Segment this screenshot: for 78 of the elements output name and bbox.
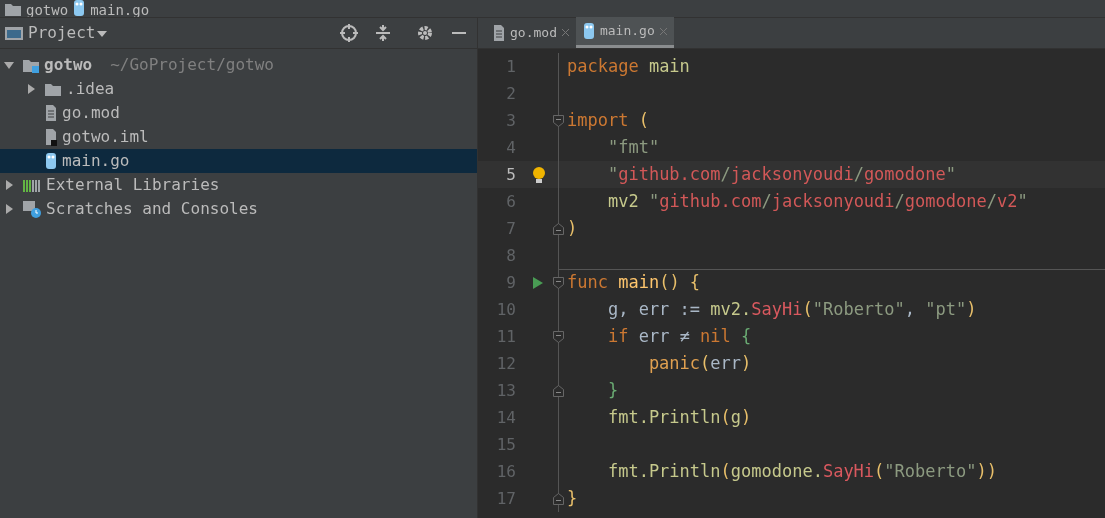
line-number: 6 [505,191,516,213]
file-icon [44,104,58,122]
crosshair-icon[interactable] [339,23,359,43]
close-icon [658,26,668,36]
library-icon [22,177,42,193]
tree-label: .idea [66,78,115,100]
tree-label: go.mod [62,102,120,124]
file-icon [44,128,58,146]
collapsed-arrow-icon [3,203,15,215]
tree-item[interactable]: go.mod [0,101,477,125]
code-line: if err ≠ nil { [606,325,752,348]
expanded-arrow-icon [3,59,15,71]
tree-label: main.go [62,150,130,172]
gopher-file-icon [72,0,87,17]
tree-item[interactable]: gotwo ~/GoProject/gotwo [0,53,477,77]
code-line: } [606,379,619,402]
line-number: 15 [495,434,516,456]
code-line: ) [567,217,578,240]
gopher-file-icon [44,152,58,170]
line-number: 3 [505,110,516,132]
settings-icon[interactable] [415,23,435,43]
fold-icon[interactable] [553,277,564,289]
dropdown-caret-icon [95,28,110,38]
tree-label: Scratches and Consoles [46,198,258,220]
scratch-clock-icon [22,200,42,218]
code-line: fmt.Println(gomodone.SayHi("Roberto")) [606,460,997,483]
collapse-icon[interactable] [373,23,393,43]
code-line: fmt.Println(g) [606,406,752,429]
window-icon [4,25,24,41]
line-number: 16 [495,461,516,483]
tree-item[interactable]: gotwo.iml [0,125,477,149]
line-number: 7 [505,218,516,240]
close-icon [560,28,570,37]
fold-icon[interactable] [553,115,564,127]
tree-item[interactable]: main.go [0,149,477,173]
tree-item[interactable]: External Libraries [0,173,477,197]
fold-icon[interactable] [553,385,564,397]
line-number: 14 [495,407,516,429]
line-number: 4 [505,137,516,159]
editor-tab[interactable]: go.mod [486,17,576,48]
line-number: 1 [505,56,516,78]
line-number: 5 [505,164,516,186]
run-icon [532,275,544,290]
code-line: func main() { [567,271,701,294]
file-icon [492,23,506,42]
code-line: } [567,487,578,510]
panel-title[interactable]: Project [28,21,96,45]
line-number: 2 [505,83,516,105]
fold-icon[interactable] [553,223,564,235]
line-number: 10 [495,299,516,321]
folder-icon [44,81,62,97]
collapsed-arrow-icon [3,179,15,191]
code-line: import ( [567,109,649,132]
folder-icon [22,57,40,73]
lightbulb-icon [532,165,546,184]
code-line: "fmt" [606,136,660,159]
code-line: "github.com/jacksonyoudi/gomodone" [606,163,956,186]
code-line: g, err := mv2.SayHi("Roberto", "pt") [606,298,977,321]
line-number: 12 [495,353,516,375]
line-number: 8 [505,245,516,267]
editor-tab[interactable]: main.go [575,17,674,48]
path-hint: ~/GoProject/gotwo [110,54,274,76]
tree-label: External Libraries [46,174,220,196]
tree-label: gotwo [44,54,93,76]
line-number: 13 [495,380,516,402]
gopher-file-icon [581,22,596,40]
line-number: 11 [495,326,516,348]
tree-label: gotwo.iml [62,126,149,148]
line-number: 9 [505,272,516,294]
fold-icon[interactable] [553,331,564,343]
tree-item[interactable]: .idea [0,77,477,101]
line-number: 17 [495,488,516,510]
collapsed-arrow-icon [25,83,37,95]
code-line: package main [567,55,690,78]
fold-icon[interactable] [553,493,564,505]
tree-item[interactable]: Scratches and Consoles [0,197,477,221]
code-line: panic(err) [647,352,752,375]
code-line: mv2 "github.com/jacksonyoudi/gomodone/v2" [606,190,1028,213]
